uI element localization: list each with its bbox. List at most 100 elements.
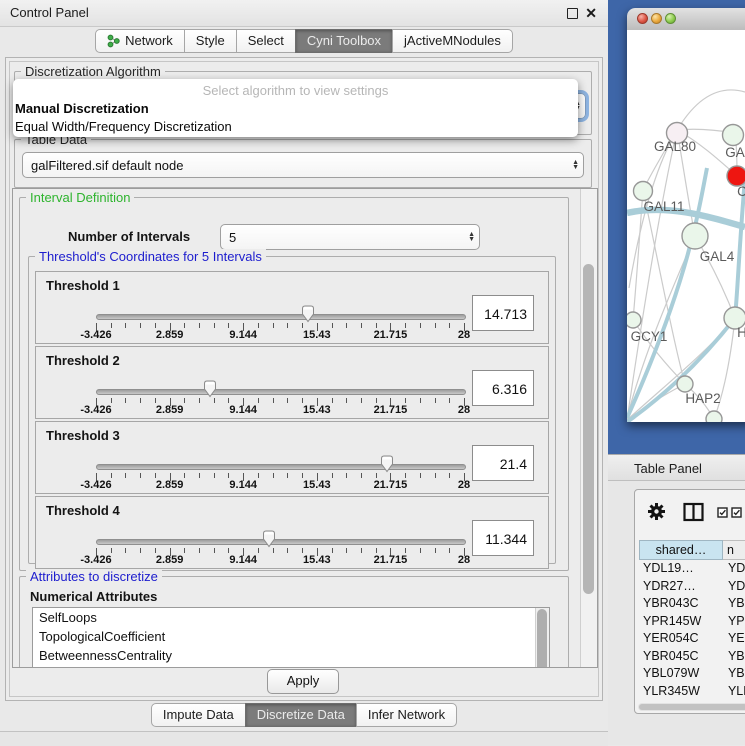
- tab-infer-network[interactable]: Infer Network: [356, 703, 457, 727]
- table-cell[interactable]: YBR043C: [639, 595, 722, 613]
- table-cell[interactable]: YLR345W: [639, 683, 722, 701]
- slider-knob[interactable]: [300, 305, 316, 323]
- threshold-panel: Threshold 2-3.4262.8599.14415.4321.71528…: [35, 346, 549, 419]
- table-hscrollbar[interactable]: [638, 703, 745, 711]
- slider-tick: [376, 323, 377, 328]
- network-edge[interactable]: [735, 178, 745, 318]
- table-cell[interactable]: YBL079W: [639, 665, 722, 683]
- float-window-icon[interactable]: [567, 8, 578, 19]
- network-window-titlebar[interactable]: [627, 8, 745, 31]
- slider-tick-label: 2.859: [156, 479, 184, 491]
- table-row[interactable]: YPR145WYPR1: [639, 613, 745, 631]
- close-icon[interactable]: ✕: [585, 4, 597, 22]
- settings-scrollbar-thumb[interactable]: [583, 264, 594, 594]
- tab-select[interactable]: Select: [236, 29, 296, 53]
- table-hscrollbar-thumb[interactable]: [639, 704, 745, 710]
- slider-tick: [214, 548, 215, 553]
- slider-track[interactable]: [96, 389, 466, 395]
- slider-knob[interactable]: [379, 455, 395, 473]
- table-cell[interactable]: YDL1: [722, 560, 745, 578]
- table-cell[interactable]: YLR3: [722, 683, 745, 701]
- table-cell[interactable]: YBR0: [722, 595, 745, 613]
- table-cell[interactable]: YBL0: [722, 665, 745, 683]
- attribute-item[interactable]: TopologicalCoefficient: [33, 627, 549, 646]
- network-node[interactable]: [627, 312, 641, 328]
- slider-tick: [376, 398, 377, 403]
- attributes-scrollbar-thumb[interactable]: [537, 609, 547, 668]
- threshold-value-field[interactable]: 21.4: [472, 445, 534, 481]
- table-cell[interactable]: YER054C: [639, 630, 722, 648]
- table-cell[interactable]: YPR145W: [639, 613, 722, 631]
- network-window[interactable]: GAL80GACGAL11GAL4GCY1HHAP2: [627, 8, 745, 422]
- minimize-traffic-light-icon[interactable]: [651, 13, 662, 24]
- threshold-value-field[interactable]: 14.713: [472, 295, 534, 331]
- thresholds-group-title: Threshold's Coordinates for 5 Intervals: [35, 249, 266, 264]
- tab-cyni-toolbox[interactable]: Cyni Toolbox: [295, 29, 393, 53]
- slider-tick: [184, 473, 185, 478]
- attributes-scrollbar[interactable]: [535, 608, 549, 668]
- table-row[interactable]: YBL079WYBL0: [639, 665, 745, 683]
- network-node[interactable]: [727, 166, 745, 186]
- table-header-name[interactable]: n: [723, 540, 745, 560]
- threshold-value-field[interactable]: 11.344: [472, 520, 534, 556]
- slider-knob[interactable]: [261, 530, 277, 548]
- slider-tick: [449, 548, 450, 553]
- slider-tick: [346, 398, 347, 403]
- table-header-shared[interactable]: shared…: [639, 540, 723, 560]
- table-cell[interactable]: YBR0: [722, 648, 745, 666]
- table-row[interactable]: YER054CYER0: [639, 630, 745, 648]
- slider-track[interactable]: [96, 539, 466, 545]
- slider-tick: [258, 398, 259, 403]
- tab-impute-data[interactable]: Impute Data: [151, 703, 246, 727]
- tab-label: Discretize Data: [257, 707, 345, 722]
- table-row[interactable]: YBR045CYBR0: [639, 648, 745, 666]
- table-data-combobox[interactable]: galFiltered.sif default node ▲▼: [22, 152, 584, 178]
- table-cell[interactable]: YDR2: [722, 578, 745, 596]
- numerical-attributes-list[interactable]: SelfLoopsTopologicalCoefficientBetweenne…: [32, 607, 550, 668]
- slider-tick-label: 15.43: [303, 329, 331, 341]
- tab-style[interactable]: Style: [184, 29, 237, 53]
- number-of-intervals-combobox[interactable]: 5 ▲▼: [220, 224, 480, 250]
- slider-tick: [405, 473, 406, 478]
- slider-tick: [346, 323, 347, 328]
- apply-button[interactable]: Apply: [267, 669, 339, 694]
- network-node[interactable]: [682, 223, 708, 249]
- table-header-row: shared… n: [639, 540, 745, 560]
- tab-discretize-data[interactable]: Discretize Data: [245, 703, 357, 727]
- table-cell[interactable]: YDR27…: [639, 578, 722, 596]
- discretization-algorithm-group-title: Discretization Algorithm: [21, 64, 165, 79]
- close-traffic-light-icon[interactable]: [637, 13, 648, 24]
- network-canvas[interactable]: GAL80GACGAL11GAL4GCY1HHAP2: [627, 30, 745, 422]
- settings-scrollbar[interactable]: [580, 189, 597, 667]
- zoom-traffic-light-icon[interactable]: [665, 13, 676, 24]
- network-node[interactable]: [634, 182, 653, 201]
- table-cell[interactable]: YER0: [722, 630, 745, 648]
- checkbox-icon[interactable]: [717, 507, 728, 518]
- table-row[interactable]: YDR27…YDR2: [639, 578, 745, 596]
- checkbox-icon[interactable]: [731, 507, 742, 518]
- slider-knob[interactable]: [202, 380, 218, 398]
- tab-jactivemnodules[interactable]: jActiveMNodules: [392, 29, 513, 53]
- gear-icon[interactable]: [647, 502, 666, 521]
- network-node[interactable]: [723, 125, 744, 146]
- table-row[interactable]: YDL19…YDL1: [639, 560, 745, 578]
- table-cell[interactable]: YPR1: [722, 613, 745, 631]
- table-cell[interactable]: YBR045C: [639, 648, 722, 666]
- table-row[interactable]: YBR043CYBR0: [639, 595, 745, 613]
- attribute-item[interactable]: BetweennessCentrality: [33, 646, 549, 665]
- slider-tick: [361, 323, 362, 328]
- table-row[interactable]: YLR345WYLR3: [639, 683, 745, 701]
- table-cell[interactable]: YDL19…: [639, 560, 722, 578]
- slider-track[interactable]: [96, 314, 466, 320]
- attribute-item[interactable]: SelfLoops: [33, 608, 549, 627]
- network-node[interactable]: [677, 376, 693, 392]
- tab-network[interactable]: Network: [95, 29, 185, 53]
- algorithm-popup-item[interactable]: Manual Discretization: [13, 100, 578, 118]
- slider-tick: [228, 398, 229, 403]
- split-columns-icon[interactable]: [683, 502, 704, 522]
- threshold-value-field[interactable]: 6.316: [472, 370, 534, 406]
- slider-track[interactable]: [96, 464, 466, 470]
- table-data-combobox-value: galFiltered.sif default node: [31, 153, 561, 177]
- algorithm-popup-item[interactable]: Equal Width/Frequency Discretization: [13, 118, 578, 136]
- network-node[interactable]: [706, 411, 722, 422]
